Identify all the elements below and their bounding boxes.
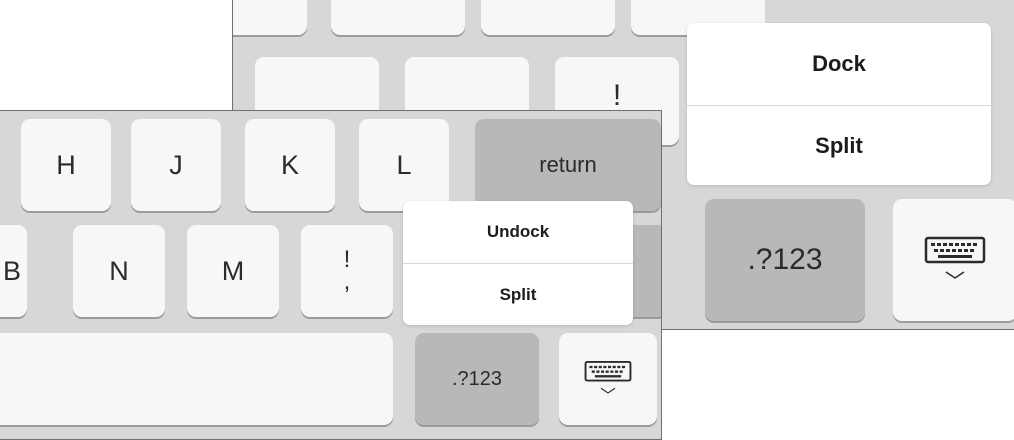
key-j[interactable]: J bbox=[131, 119, 221, 211]
dock-menu-item[interactable]: Dock bbox=[687, 23, 991, 105]
key-n[interactable]: N bbox=[73, 225, 165, 317]
split-label: Split bbox=[499, 284, 537, 304]
space-bar[interactable] bbox=[0, 333, 393, 425]
dock-split-menu: Dock Split bbox=[687, 23, 991, 185]
key-k[interactable]: K bbox=[245, 119, 335, 211]
return-key[interactable]: return bbox=[475, 119, 661, 211]
key-exclamation-label: ! bbox=[612, 79, 622, 112]
split-menu-item[interactable]: Split bbox=[687, 106, 991, 185]
key-exclamation-comma[interactable]: ! , bbox=[301, 225, 393, 317]
return-key-label: return bbox=[539, 152, 597, 177]
numbers-key-label: .?123 bbox=[747, 243, 823, 276]
key-h-label: H bbox=[56, 149, 76, 180]
key-top-row-3[interactable] bbox=[481, 0, 615, 35]
key-comma-label: , bbox=[343, 268, 351, 295]
key-m[interactable]: M bbox=[187, 225, 279, 317]
key-n-label: N bbox=[109, 255, 129, 286]
hide-keyboard-key[interactable] bbox=[893, 199, 1014, 321]
split-label: Split bbox=[815, 132, 863, 158]
key-b-label: B bbox=[2, 255, 21, 286]
numbers-key[interactable]: .?123 bbox=[705, 199, 865, 321]
key-top-row-2[interactable] bbox=[331, 0, 465, 35]
key-m-label: M bbox=[221, 255, 245, 286]
key-top-row-1[interactable] bbox=[233, 0, 307, 35]
key-l[interactable]: L bbox=[359, 119, 449, 211]
key-k-label: K bbox=[280, 149, 299, 180]
key-b[interactable]: B bbox=[0, 225, 27, 317]
key-h[interactable]: H bbox=[21, 119, 111, 211]
key-j-label: J bbox=[169, 149, 183, 180]
hide-keyboard-key[interactable] bbox=[559, 333, 657, 425]
keyboard-dismiss-icon bbox=[584, 361, 632, 394]
undock-menu-item[interactable]: Undock bbox=[403, 201, 633, 263]
dock-label: Dock bbox=[812, 51, 866, 76]
key-l-label: L bbox=[396, 149, 412, 180]
numbers-key[interactable]: .?123 bbox=[415, 333, 539, 425]
numbers-key-label: .?123 bbox=[451, 367, 503, 390]
split-menu-item[interactable]: Split bbox=[403, 264, 633, 325]
undock-label: Undock bbox=[486, 222, 550, 241]
undock-split-menu: Undock Split bbox=[403, 201, 633, 325]
keyboard-dismiss-icon bbox=[924, 236, 986, 279]
front-keyboard: H J K L return B N M ! , Undock Split .?… bbox=[0, 110, 662, 440]
